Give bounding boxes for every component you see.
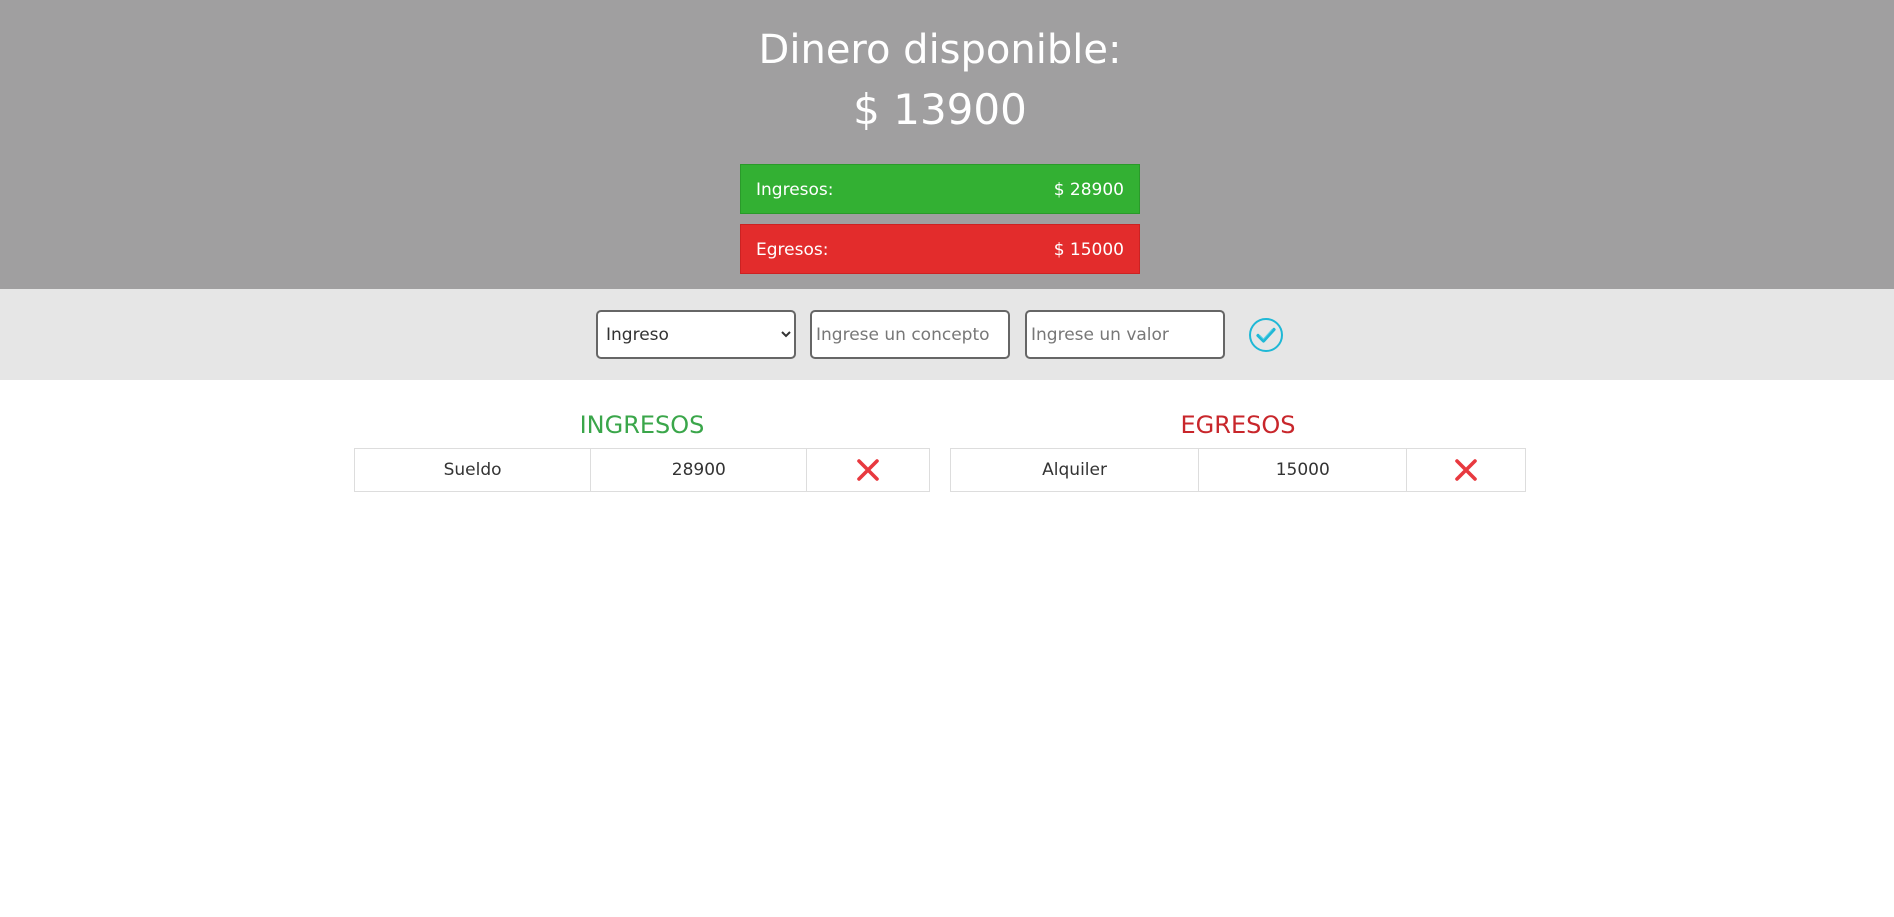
expense-concept: Alquiler (949, 448, 1200, 492)
income-summary-bar: Ingresos: $ 28900 (740, 164, 1140, 214)
check-circle-icon (1249, 318, 1283, 352)
add-entry-button[interactable] (1248, 317, 1284, 353)
value-input[interactable] (1025, 310, 1225, 359)
income-summary-value: $ 28900 (1053, 180, 1124, 200)
expenses-title: EGRESOS (1180, 411, 1296, 439)
income-delete-cell (806, 448, 930, 492)
close-icon (1455, 459, 1478, 481)
type-select[interactable]: Ingreso (596, 310, 796, 359)
expenses-table: Alquiler 15000 (949, 448, 1526, 492)
table-row: Sueldo 28900 (353, 448, 930, 492)
expense-delete-cell (1406, 448, 1526, 492)
incomes-title: INGRESOS (579, 411, 705, 439)
incomes-table: Sueldo 28900 (353, 448, 930, 492)
delete-expense-button[interactable] (1453, 457, 1479, 483)
income-summary-label: Ingresos: (756, 180, 834, 200)
close-icon (857, 459, 880, 481)
expense-summary-label: Egresos: (756, 240, 829, 260)
delete-income-button[interactable] (855, 457, 881, 483)
balance-header: Dinero disponible: $ 13900 Ingresos: $ 2… (0, 0, 1894, 289)
expense-summary-bar: Egresos: $ 15000 (740, 224, 1140, 274)
income-value: 28900 (590, 448, 808, 492)
expense-value: 15000 (1198, 448, 1408, 492)
table-row: Alquiler 15000 (949, 448, 1526, 492)
expense-summary-value: $ 15000 (1053, 240, 1124, 260)
available-money-total: $ 13900 (853, 85, 1027, 134)
income-concept: Sueldo (353, 448, 592, 492)
concept-input[interactable] (810, 310, 1010, 359)
page-title: Dinero disponible: (758, 27, 1122, 73)
